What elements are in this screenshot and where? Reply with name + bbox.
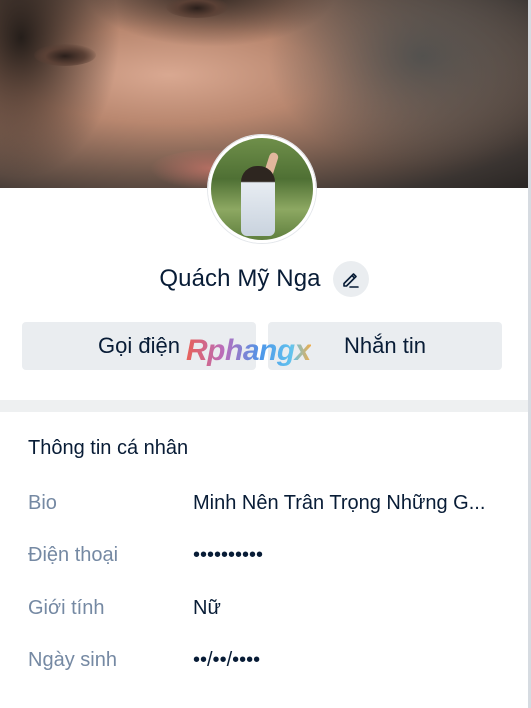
cover-detail [34, 44, 96, 66]
profile-name: Quách Mỹ Nga [159, 265, 321, 292]
info-row-bio: Bio Minh Nên Trân Trọng Những G... [28, 488, 508, 518]
info-row-phone: Điện thoại •••••••••• [28, 540, 508, 570]
info-row-gender: Giới tính Nữ [28, 593, 508, 623]
avatar[interactable] [208, 135, 316, 243]
info-label: Điện thoại [28, 543, 119, 566]
info-label: Ngày sinh [28, 648, 117, 671]
info-label: Giới tính [28, 596, 105, 619]
info-row-birthday: Ngày sinh ••/••/•••• [28, 645, 508, 675]
info-value: Nữ [193, 596, 221, 619]
message-button-label: Nhắn tin [344, 333, 426, 358]
info-label: Bio [28, 491, 57, 514]
pencil-icon [342, 273, 359, 288]
info-value: ••/••/•••• [193, 648, 261, 671]
section-title: Thông tin cá nhân [28, 437, 189, 459]
avatar-detail [241, 166, 275, 236]
edit-name-button[interactable] [332, 261, 369, 297]
section-divider [0, 400, 528, 412]
call-button-label: Gọi điện [98, 333, 180, 358]
info-value: •••••••••• [193, 543, 264, 566]
info-value: Minh Nên Trân Trọng Những G... [193, 491, 486, 514]
watermark-logo: Rphangx [186, 334, 311, 367]
profile-name-row: Quách Mỹ Nga [0, 259, 528, 299]
